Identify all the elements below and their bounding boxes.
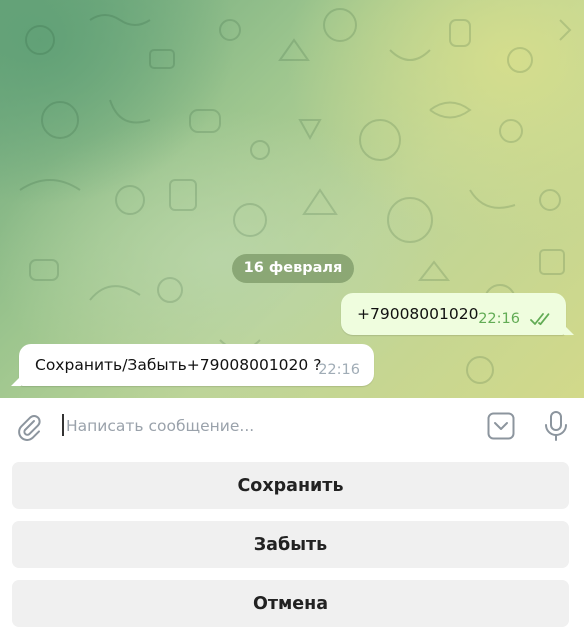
double-check-icon <box>530 313 550 326</box>
message-text: Сохранить/Забыть+79008001020 ? <box>35 356 322 374</box>
bot-reply-keyboard: Сохранить Забыть Отмена <box>0 456 584 633</box>
doodle-pattern <box>19 8 572 384</box>
date-separator: 16 февраля <box>232 254 354 283</box>
message-text: +79008001020 <box>357 305 479 323</box>
paperclip-icon[interactable] <box>14 412 44 442</box>
save-button[interactable]: Сохранить <box>12 462 569 509</box>
message-time: 22:16 <box>478 311 520 327</box>
message-incoming[interactable]: Сохранить/Забыть+79008001020 ? 22:16 <box>11 344 374 386</box>
chevron-down-icon[interactable] <box>487 412 515 440</box>
cancel-button[interactable]: Отмена <box>12 580 569 627</box>
message-input[interactable] <box>64 412 468 440</box>
microphone-icon[interactable] <box>540 409 572 443</box>
message-time: 22:16 <box>318 362 360 378</box>
message-composer <box>0 398 584 456</box>
chat-background: 16 февраля +79008001020 22:16 Сохранить/… <box>0 0 584 398</box>
message-outgoing[interactable]: +79008001020 22:16 <box>341 293 574 335</box>
forget-button[interactable]: Забыть <box>12 521 569 568</box>
telegram-chat-window: 16 февраля +79008001020 22:16 Сохранить/… <box>0 0 584 633</box>
